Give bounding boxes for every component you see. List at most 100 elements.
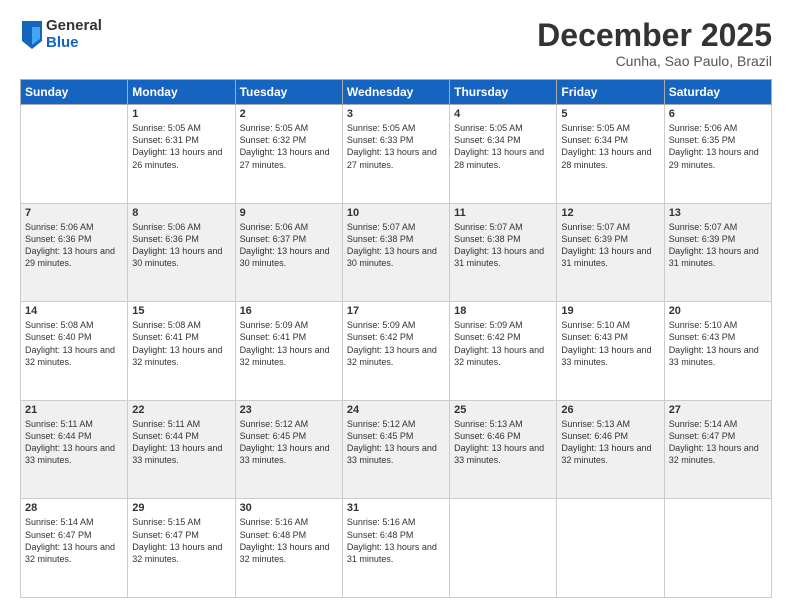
- table-row: 14 Sunrise: 5:08 AMSunset: 6:40 PMDaylig…: [21, 302, 128, 401]
- col-thursday: Thursday: [450, 80, 557, 105]
- table-row: 10 Sunrise: 5:07 AMSunset: 6:38 PMDaylig…: [342, 203, 449, 302]
- cell-info: Sunrise: 5:11 AMSunset: 6:44 PMDaylight:…: [132, 418, 230, 467]
- calendar-week-row: 1 Sunrise: 5:05 AMSunset: 6:31 PMDayligh…: [21, 105, 772, 204]
- table-row: 25 Sunrise: 5:13 AMSunset: 6:46 PMDaylig…: [450, 400, 557, 499]
- table-row: [21, 105, 128, 204]
- cell-info: Sunrise: 5:05 AMSunset: 6:33 PMDaylight:…: [347, 122, 445, 171]
- cell-info: Sunrise: 5:15 AMSunset: 6:47 PMDaylight:…: [132, 516, 230, 565]
- cell-info: Sunrise: 5:05 AMSunset: 6:32 PMDaylight:…: [240, 122, 338, 171]
- cell-info: Sunrise: 5:09 AMSunset: 6:42 PMDaylight:…: [347, 319, 445, 368]
- day-number: 25: [454, 404, 552, 416]
- table-row: 9 Sunrise: 5:06 AMSunset: 6:37 PMDayligh…: [235, 203, 342, 302]
- cell-info: Sunrise: 5:16 AMSunset: 6:48 PMDaylight:…: [347, 516, 445, 565]
- cell-info: Sunrise: 5:07 AMSunset: 6:39 PMDaylight:…: [561, 221, 659, 270]
- cell-info: Sunrise: 5:12 AMSunset: 6:45 PMDaylight:…: [240, 418, 338, 467]
- table-row: [450, 499, 557, 598]
- table-row: [557, 499, 664, 598]
- table-row: 26 Sunrise: 5:13 AMSunset: 6:46 PMDaylig…: [557, 400, 664, 499]
- day-number: 10: [347, 207, 445, 219]
- day-number: 18: [454, 305, 552, 317]
- cell-info: Sunrise: 5:14 AMSunset: 6:47 PMDaylight:…: [25, 516, 123, 565]
- cell-info: Sunrise: 5:08 AMSunset: 6:40 PMDaylight:…: [25, 319, 123, 368]
- table-row: 13 Sunrise: 5:07 AMSunset: 6:39 PMDaylig…: [664, 203, 771, 302]
- table-row: 2 Sunrise: 5:05 AMSunset: 6:32 PMDayligh…: [235, 105, 342, 204]
- cell-info: Sunrise: 5:09 AMSunset: 6:42 PMDaylight:…: [454, 319, 552, 368]
- day-number: 16: [240, 305, 338, 317]
- day-number: 24: [347, 404, 445, 416]
- table-row: 1 Sunrise: 5:05 AMSunset: 6:31 PMDayligh…: [128, 105, 235, 204]
- day-number: 2: [240, 108, 338, 120]
- table-row: 19 Sunrise: 5:10 AMSunset: 6:43 PMDaylig…: [557, 302, 664, 401]
- cell-info: Sunrise: 5:13 AMSunset: 6:46 PMDaylight:…: [561, 418, 659, 467]
- cell-info: Sunrise: 5:07 AMSunset: 6:38 PMDaylight:…: [454, 221, 552, 270]
- table-row: 27 Sunrise: 5:14 AMSunset: 6:47 PMDaylig…: [664, 400, 771, 499]
- logo-icon: [22, 21, 42, 49]
- col-tuesday: Tuesday: [235, 80, 342, 105]
- day-number: 26: [561, 404, 659, 416]
- logo: General Blue: [20, 18, 102, 51]
- day-number: 23: [240, 404, 338, 416]
- calendar-header-row: Sunday Monday Tuesday Wednesday Thursday…: [21, 80, 772, 105]
- logo-text: General Blue: [46, 18, 102, 51]
- day-number: 31: [347, 502, 445, 514]
- table-row: 7 Sunrise: 5:06 AMSunset: 6:36 PMDayligh…: [21, 203, 128, 302]
- day-number: 21: [25, 404, 123, 416]
- day-number: 19: [561, 305, 659, 317]
- main-title: December 2025: [537, 18, 772, 53]
- cell-info: Sunrise: 5:06 AMSunset: 6:35 PMDaylight:…: [669, 122, 767, 171]
- table-row: 11 Sunrise: 5:07 AMSunset: 6:38 PMDaylig…: [450, 203, 557, 302]
- calendar-week-row: 14 Sunrise: 5:08 AMSunset: 6:40 PMDaylig…: [21, 302, 772, 401]
- table-row: 30 Sunrise: 5:16 AMSunset: 6:48 PMDaylig…: [235, 499, 342, 598]
- table-row: [664, 499, 771, 598]
- calendar-week-row: 21 Sunrise: 5:11 AMSunset: 6:44 PMDaylig…: [21, 400, 772, 499]
- calendar-week-row: 28 Sunrise: 5:14 AMSunset: 6:47 PMDaylig…: [21, 499, 772, 598]
- day-number: 28: [25, 502, 123, 514]
- cell-info: Sunrise: 5:05 AMSunset: 6:31 PMDaylight:…: [132, 122, 230, 171]
- table-row: 31 Sunrise: 5:16 AMSunset: 6:48 PMDaylig…: [342, 499, 449, 598]
- col-sunday: Sunday: [21, 80, 128, 105]
- table-row: 15 Sunrise: 5:08 AMSunset: 6:41 PMDaylig…: [128, 302, 235, 401]
- logo-general: General: [46, 18, 102, 35]
- day-number: 4: [454, 108, 552, 120]
- table-row: 29 Sunrise: 5:15 AMSunset: 6:47 PMDaylig…: [128, 499, 235, 598]
- day-number: 9: [240, 207, 338, 219]
- table-row: 20 Sunrise: 5:10 AMSunset: 6:43 PMDaylig…: [664, 302, 771, 401]
- logo-blue: Blue: [46, 35, 102, 52]
- day-number: 13: [669, 207, 767, 219]
- cell-info: Sunrise: 5:07 AMSunset: 6:39 PMDaylight:…: [669, 221, 767, 270]
- table-row: 12 Sunrise: 5:07 AMSunset: 6:39 PMDaylig…: [557, 203, 664, 302]
- cell-info: Sunrise: 5:07 AMSunset: 6:38 PMDaylight:…: [347, 221, 445, 270]
- day-number: 29: [132, 502, 230, 514]
- calendar-week-row: 7 Sunrise: 5:06 AMSunset: 6:36 PMDayligh…: [21, 203, 772, 302]
- day-number: 11: [454, 207, 552, 219]
- table-row: 8 Sunrise: 5:06 AMSunset: 6:36 PMDayligh…: [128, 203, 235, 302]
- cell-info: Sunrise: 5:11 AMSunset: 6:44 PMDaylight:…: [25, 418, 123, 467]
- day-number: 30: [240, 502, 338, 514]
- cell-info: Sunrise: 5:06 AMSunset: 6:36 PMDaylight:…: [132, 221, 230, 270]
- table-row: 28 Sunrise: 5:14 AMSunset: 6:47 PMDaylig…: [21, 499, 128, 598]
- cell-info: Sunrise: 5:12 AMSunset: 6:45 PMDaylight:…: [347, 418, 445, 467]
- day-number: 3: [347, 108, 445, 120]
- table-row: 23 Sunrise: 5:12 AMSunset: 6:45 PMDaylig…: [235, 400, 342, 499]
- cell-info: Sunrise: 5:06 AMSunset: 6:37 PMDaylight:…: [240, 221, 338, 270]
- col-saturday: Saturday: [664, 80, 771, 105]
- day-number: 8: [132, 207, 230, 219]
- cell-info: Sunrise: 5:16 AMSunset: 6:48 PMDaylight:…: [240, 516, 338, 565]
- cell-info: Sunrise: 5:05 AMSunset: 6:34 PMDaylight:…: [561, 122, 659, 171]
- day-number: 20: [669, 305, 767, 317]
- cell-info: Sunrise: 5:10 AMSunset: 6:43 PMDaylight:…: [669, 319, 767, 368]
- table-row: 5 Sunrise: 5:05 AMSunset: 6:34 PMDayligh…: [557, 105, 664, 204]
- day-number: 15: [132, 305, 230, 317]
- cell-info: Sunrise: 5:09 AMSunset: 6:41 PMDaylight:…: [240, 319, 338, 368]
- day-number: 14: [25, 305, 123, 317]
- cell-info: Sunrise: 5:10 AMSunset: 6:43 PMDaylight:…: [561, 319, 659, 368]
- cell-info: Sunrise: 5:06 AMSunset: 6:36 PMDaylight:…: [25, 221, 123, 270]
- subtitle: Cunha, Sao Paulo, Brazil: [537, 53, 772, 69]
- col-wednesday: Wednesday: [342, 80, 449, 105]
- cell-info: Sunrise: 5:14 AMSunset: 6:47 PMDaylight:…: [669, 418, 767, 467]
- day-number: 22: [132, 404, 230, 416]
- table-row: 18 Sunrise: 5:09 AMSunset: 6:42 PMDaylig…: [450, 302, 557, 401]
- day-number: 12: [561, 207, 659, 219]
- table-row: 3 Sunrise: 5:05 AMSunset: 6:33 PMDayligh…: [342, 105, 449, 204]
- header: General Blue December 2025 Cunha, Sao Pa…: [20, 18, 772, 69]
